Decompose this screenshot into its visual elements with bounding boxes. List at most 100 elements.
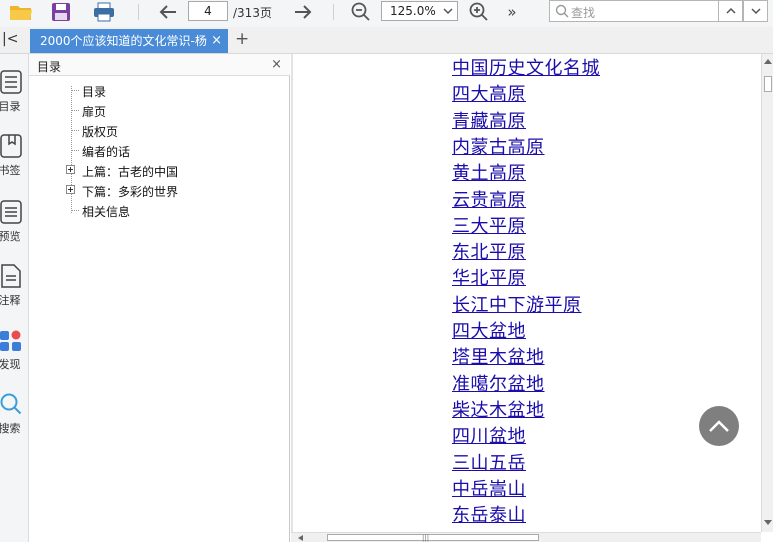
outline-item[interactable]: 目录 [29, 80, 290, 100]
expand-icon[interactable] [66, 165, 75, 174]
outline-panel: 目录 × 目录扉页版权页编者的话上篇：古老的中国 下篇：多彩的世界相关信息 [29, 54, 290, 542]
toc-link[interactable]: 塔里木盆地 [452, 343, 545, 369]
toc-link[interactable]: 四川盆地 [452, 422, 526, 448]
save-icon[interactable] [49, 1, 73, 23]
document-tab[interactable]: 2000个应该知道的文化常识-杨 × [30, 29, 228, 53]
rail-item-preview[interactable]: 预览 [0, 200, 29, 244]
outline-item-label: 目录 [82, 85, 107, 99]
toc-link[interactable]: 内蒙古高原 [452, 133, 545, 159]
rail-item-label: 注释 [0, 294, 21, 307]
page-number-input[interactable]: 4 [188, 1, 228, 21]
search-next-button[interactable] [743, 0, 768, 22]
print-icon[interactable] [92, 1, 116, 23]
chevron-up-icon [725, 7, 736, 14]
magnifier-icon [555, 4, 569, 21]
close-outline-icon[interactable]: × [271, 57, 282, 72]
outline-item[interactable]: 上篇：古老的中国 [29, 160, 290, 180]
rail-item-label: 目录 [0, 100, 21, 113]
scroll-down-arrow-icon [764, 520, 772, 525]
tree-connector [71, 150, 79, 151]
toc-link[interactable]: 柴达木盆地 [452, 396, 545, 422]
outline-item[interactable]: 相关信息 [29, 200, 290, 220]
scroll-up-arrow-icon [764, 59, 772, 64]
toc-link[interactable]: 准噶尔盆地 [452, 370, 545, 396]
expand-icon[interactable] [66, 185, 75, 194]
outline-item-label: 上篇：古老的中国 [82, 165, 179, 179]
zoom-out-icon[interactable] [349, 1, 373, 23]
outline-item[interactable]: 版权页 [29, 120, 290, 140]
toc-link[interactable]: 黄土高原 [452, 159, 526, 185]
rail-item-annotation[interactable]: 注释 [0, 264, 29, 308]
toc-link[interactable]: 云贵高原 [452, 186, 526, 212]
back-to-top-button[interactable] [699, 406, 739, 446]
outline-item-label: 编者的话 [82, 145, 131, 159]
toc-link[interactable]: 华北平原 [452, 264, 526, 290]
outline-item-label: 扉页 [82, 105, 107, 119]
outline-header: 目录 × [29, 54, 290, 76]
rail-item-label: 书签 [0, 164, 21, 177]
rail-item-search[interactable]: 搜索 [0, 392, 29, 436]
tree-connector [71, 90, 79, 91]
search-placeholder: 查找 [571, 6, 596, 20]
bookmark-icon [0, 134, 22, 158]
main-toolbar: 4 /313页 125.0% » 查找 [0, 0, 773, 27]
discover-icon [0, 330, 21, 351]
list-icon [0, 70, 22, 94]
outline-item[interactable]: 扉页 [29, 100, 290, 120]
rail-item-label: 发现 [0, 358, 21, 371]
open-folder-icon[interactable] [8, 1, 34, 23]
outline-item[interactable]: 编者的话 [29, 140, 290, 160]
outline-item[interactable]: 下篇：多彩的世界 [29, 180, 290, 200]
search-prev-button[interactable] [718, 0, 743, 22]
toc-link[interactable]: 三大平原 [452, 212, 526, 238]
document-page: 中国历史文化名城 四大高原 青藏高原 内蒙古高原 黄土高原 云贵高原 三大平原 东北平原 华北平… [291, 54, 761, 532]
outline-item-label: 相关信息 [82, 205, 131, 219]
collapse-sidebar-button[interactable]: |< [2, 31, 18, 47]
outline-item-label: 版权页 [82, 125, 119, 139]
toc-link[interactable]: 四大盆地 [452, 317, 526, 343]
zoom-value: 125.0% [390, 4, 436, 18]
toc-link[interactable]: 东北平原 [452, 238, 526, 264]
rail-item-toc[interactable]: 目录 [0, 70, 29, 114]
rail-item-bookmark[interactable]: 书签 [0, 134, 29, 178]
tree-connector [71, 110, 79, 111]
rail-item-label: 搜索 [0, 422, 21, 435]
vertical-scroll-thumb[interactable] [764, 76, 772, 92]
scroll-left-arrow-icon [298, 535, 303, 541]
toc-link[interactable]: 东岳泰山 [452, 501, 526, 527]
rail-item-discover[interactable]: 发现 [0, 328, 29, 372]
page-edge [291, 54, 293, 532]
vertical-scrollbar[interactable] [761, 54, 773, 532]
outline-title: 目录 [37, 60, 62, 74]
rail-item-label: 预览 [0, 230, 21, 243]
toolbar-divider [333, 4, 334, 20]
add-tab-button[interactable]: + [235, 29, 249, 49]
toc-link[interactable]: 四大高原 [452, 80, 526, 106]
tree-connector [71, 130, 79, 131]
chevron-up-icon [709, 420, 729, 432]
zoom-select[interactable]: 125.0% [381, 1, 458, 21]
toc-link[interactable]: 长江中下游平原 [452, 291, 582, 317]
zoom-in-icon[interactable] [467, 1, 491, 23]
document-tab-title: 2000个应该知道的文化常识-杨 [40, 34, 207, 48]
search-field[interactable]: 查找 [549, 0, 719, 22]
next-page-icon[interactable] [291, 1, 315, 23]
chevron-down-icon [750, 8, 761, 15]
document-tab-bar: |< 2000个应该知道的文化常识-杨 × + [0, 27, 773, 54]
preview-icon [0, 200, 22, 224]
toc-link[interactable]: 三山五岳 [452, 449, 526, 475]
annotation-icon [0, 264, 21, 288]
toc-link[interactable]: 中国历史文化名城 [452, 54, 600, 80]
tree-connector [71, 210, 79, 211]
chevron-down-icon [443, 2, 453, 25]
page-total-label: /313页 [233, 6, 272, 20]
toolbar-divider [138, 4, 139, 20]
toc-link[interactable]: 中岳嵩山 [452, 475, 526, 501]
horizontal-scroll-thumb[interactable]: ||| [327, 534, 539, 542]
close-tab-icon[interactable]: × [211, 29, 222, 53]
toc-link[interactable]: 青藏高原 [452, 107, 526, 133]
previous-page-icon[interactable] [156, 1, 180, 23]
horizontal-scrollbar[interactable]: ||| [291, 532, 761, 542]
more-tools-button[interactable]: » [503, 1, 521, 23]
grip-icon: ||| [422, 534, 430, 542]
